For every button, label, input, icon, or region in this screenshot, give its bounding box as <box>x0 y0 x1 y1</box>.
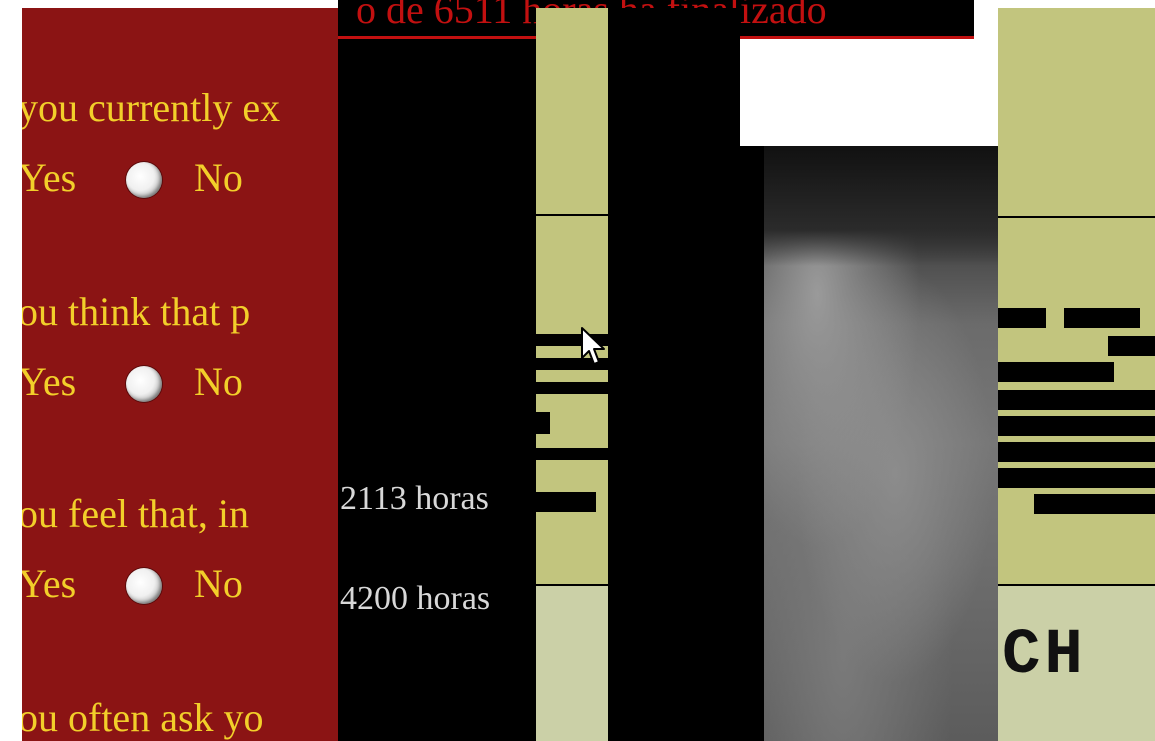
no-label: No <box>194 359 243 404</box>
right-bar <box>998 442 1155 462</box>
right-bar <box>998 416 1155 436</box>
strip-bar <box>536 448 608 460</box>
arrow-pointer-icon <box>581 327 605 365</box>
right-partial-text: CH <box>1002 620 1087 692</box>
center-black-band <box>608 8 740 741</box>
survey-question-2: ou think that p <box>22 289 251 334</box>
right-top-band <box>998 8 1155 216</box>
radio-button-icon[interactable] <box>126 366 162 402</box>
survey-panel: you currently ex Yes No ou think that p … <box>22 8 338 741</box>
hours-item-1[interactable]: 2113 horas <box>340 482 489 516</box>
radio-button-icon[interactable] <box>126 568 162 604</box>
right-bar <box>1064 308 1140 328</box>
strip-bar <box>536 412 550 434</box>
hours-panel: 2113 horas 4200 horas <box>338 8 536 741</box>
no-label: No <box>194 155 243 200</box>
right-bar <box>1108 336 1155 356</box>
yes-label: Yes <box>22 359 77 404</box>
survey-question-1: you currently ex <box>22 85 281 130</box>
right-divider <box>998 216 1155 218</box>
hours-item-2[interactable]: 4200 horas <box>340 582 490 616</box>
photo-edge <box>740 146 764 741</box>
right-bar <box>998 362 1114 382</box>
strip-divider <box>536 214 608 216</box>
yes-label: Yes <box>22 155 77 200</box>
right-bar <box>998 390 1155 410</box>
strip-bar <box>536 492 596 512</box>
right-bar <box>1034 494 1155 514</box>
right-panel: CH <box>998 8 1155 741</box>
right-bar <box>998 308 1046 328</box>
right-bar <box>998 468 1155 488</box>
yes-label: Yes <box>22 561 77 606</box>
strip-bar <box>536 382 608 394</box>
strip-pale-area <box>536 586 608 741</box>
radio-button-icon[interactable] <box>126 162 162 198</box>
photo-shadow <box>740 146 998 266</box>
survey-question-3: ou feel that, in <box>22 491 250 536</box>
no-label: No <box>194 561 243 606</box>
survey-question-4: ou often ask yo <box>22 695 264 740</box>
